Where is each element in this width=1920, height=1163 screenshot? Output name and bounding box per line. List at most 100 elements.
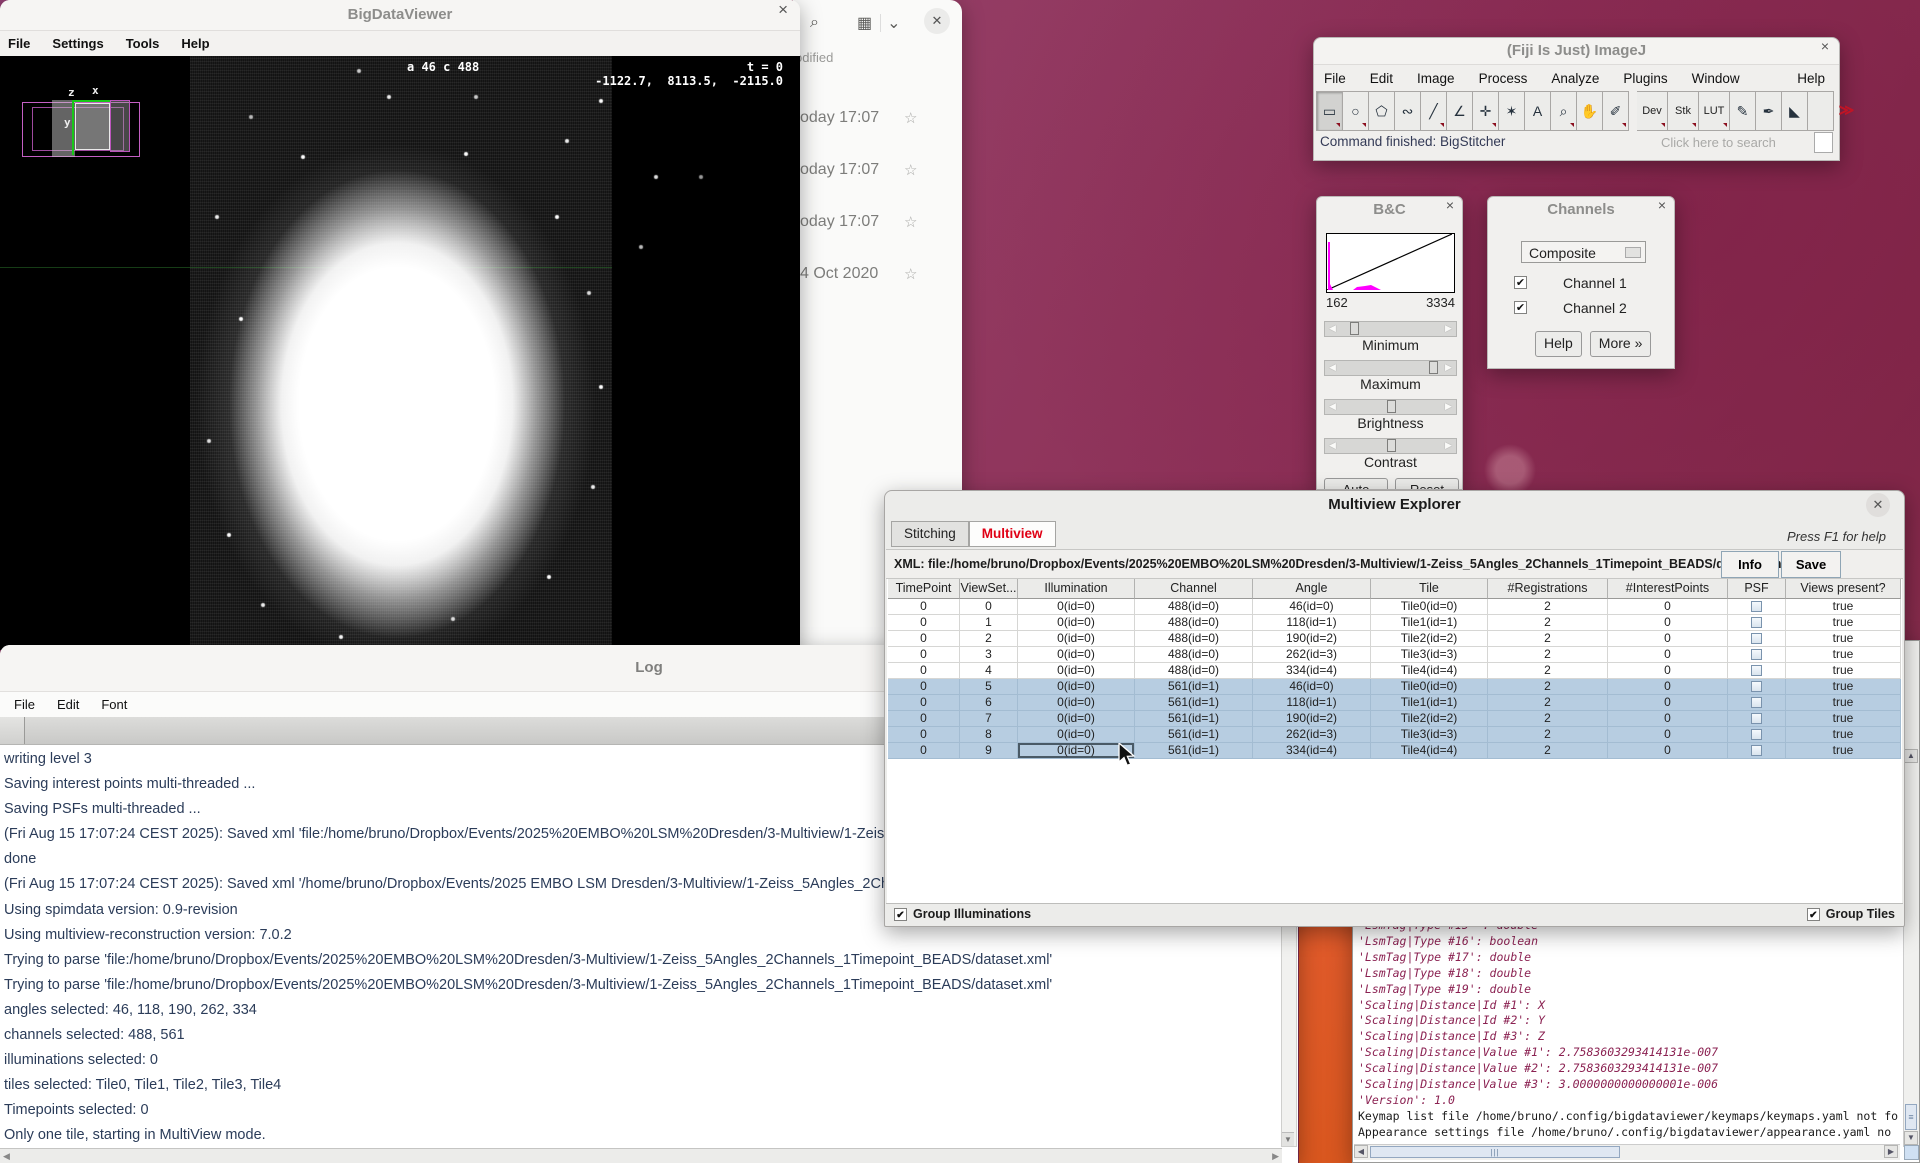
cell[interactable]: 2 bbox=[1488, 663, 1608, 679]
dev-tool[interactable]: Dev bbox=[1637, 91, 1668, 131]
cell[interactable]: 488(id=0) bbox=[1135, 647, 1253, 663]
scroll-left-button[interactable]: ◀ bbox=[1354, 1145, 1368, 1158]
search-icon[interactable]: ⌕ bbox=[810, 14, 819, 32]
cell[interactable]: 46(id=0) bbox=[1253, 679, 1371, 695]
table-row[interactable]: 050(id=0)561(id=1)46(id=0)Tile0(id=0)20t… bbox=[888, 679, 1901, 695]
psf-checkbox[interactable] bbox=[1751, 745, 1762, 756]
cell[interactable]: 0 bbox=[888, 743, 960, 759]
cell[interactable] bbox=[1728, 615, 1786, 631]
cell[interactable]: 0 bbox=[1608, 663, 1728, 679]
tab-multiview[interactable]: Multiview bbox=[969, 521, 1056, 547]
psf-checkbox[interactable] bbox=[1751, 713, 1762, 724]
menu-file[interactable]: File bbox=[14, 697, 35, 712]
more-tools[interactable]: ≫ bbox=[1834, 91, 1859, 129]
menu-edit[interactable]: Edit bbox=[57, 697, 79, 712]
cell[interactable]: 2 bbox=[1488, 599, 1608, 615]
cell[interactable]: 0 bbox=[1608, 647, 1728, 663]
cell[interactable]: 488(id=0) bbox=[1135, 599, 1253, 615]
list-item[interactable]: oday 17:07☆ bbox=[793, 196, 962, 248]
cell[interactable] bbox=[1728, 695, 1786, 711]
table-row[interactable]: 000(id=0)488(id=0)46(id=0)Tile0(id=0)20t… bbox=[888, 599, 1901, 615]
cell[interactable]: true bbox=[1786, 679, 1901, 695]
psf-checkbox[interactable] bbox=[1751, 601, 1762, 612]
scroll-thumb[interactable] bbox=[1905, 1104, 1917, 1130]
group-tiles-checkbox[interactable]: ✔ bbox=[1807, 908, 1820, 921]
scroll-down-button[interactable]: ▼ bbox=[1282, 1132, 1294, 1146]
menu-edit[interactable]: Edit bbox=[1370, 71, 1393, 86]
cell[interactable]: 262(id=3) bbox=[1253, 727, 1371, 743]
slider-right-arrow[interactable]: ▶ bbox=[1441, 361, 1456, 375]
slider-thumb[interactable] bbox=[1387, 439, 1396, 452]
cell[interactable]: true bbox=[1786, 647, 1901, 663]
cell[interactable]: 0 bbox=[888, 711, 960, 727]
cell[interactable]: 2 bbox=[1488, 695, 1608, 711]
menu-settings[interactable]: Settings bbox=[52, 36, 103, 51]
angle-tool[interactable]: ∠ bbox=[1447, 91, 1473, 131]
wand-tool[interactable]: ✶ bbox=[1499, 91, 1525, 131]
slider-track[interactable] bbox=[1340, 439, 1441, 453]
cell[interactable]: 2 bbox=[1488, 631, 1608, 647]
slider-right-arrow[interactable]: ▶ bbox=[1441, 322, 1456, 336]
star-icon[interactable]: ☆ bbox=[904, 213, 917, 231]
cell[interactable]: true bbox=[1786, 631, 1901, 647]
cell[interactable]: 0 bbox=[1608, 711, 1728, 727]
cell[interactable]: 0 bbox=[888, 679, 960, 695]
close-icon[interactable]: × bbox=[1658, 197, 1666, 213]
channel-row[interactable]: ✔Channel 2 bbox=[1514, 300, 1627, 315]
slider-track[interactable] bbox=[1340, 400, 1441, 414]
cell[interactable]: Tile3(id=3) bbox=[1371, 647, 1488, 663]
column-header-psf[interactable]: PSF bbox=[1728, 579, 1786, 599]
cell[interactable]: true bbox=[1786, 663, 1901, 679]
slider-left-arrow[interactable]: ◀ bbox=[1325, 400, 1340, 414]
psf-checkbox[interactable] bbox=[1751, 665, 1762, 676]
cell[interactable]: Tile0(id=0) bbox=[1371, 679, 1488, 695]
slider-right-arrow[interactable]: ▶ bbox=[1441, 400, 1456, 414]
cell[interactable] bbox=[1728, 599, 1786, 615]
cell[interactable]: true bbox=[1786, 599, 1901, 615]
cell[interactable] bbox=[1728, 679, 1786, 695]
cell[interactable]: 0 bbox=[1608, 695, 1728, 711]
table-row[interactable]: 040(id=0)488(id=0)334(id=4)Tile4(id=4)20… bbox=[888, 663, 1901, 679]
cell[interactable]: true bbox=[1786, 727, 1901, 743]
cell[interactable]: 488(id=0) bbox=[1135, 663, 1253, 679]
cell[interactable]: 2 bbox=[1488, 727, 1608, 743]
table-row[interactable]: 030(id=0)488(id=0)262(id=3)Tile3(id=3)20… bbox=[888, 647, 1901, 663]
menu-file[interactable]: File bbox=[1324, 71, 1346, 86]
composite-mode-select[interactable]: Composite bbox=[1521, 241, 1646, 263]
cell[interactable]: true bbox=[1786, 615, 1901, 631]
cell[interactable]: 262(id=3) bbox=[1253, 647, 1371, 663]
cell[interactable]: 0 bbox=[888, 647, 960, 663]
slider-thumb[interactable] bbox=[1350, 322, 1359, 335]
dropper-tool[interactable]: ✐ bbox=[1603, 91, 1629, 131]
menu-help[interactable]: Help bbox=[181, 36, 209, 51]
save-button[interactable]: Save bbox=[1781, 551, 1841, 578]
text-tool[interactable]: A bbox=[1525, 91, 1551, 131]
cell[interactable]: 8 bbox=[960, 727, 1018, 743]
cell[interactable] bbox=[1728, 647, 1786, 663]
cell[interactable]: 0 bbox=[888, 727, 960, 743]
column-header-timepoint[interactable]: TimePoint bbox=[888, 579, 960, 599]
scroll-thumb[interactable] bbox=[1370, 1146, 1620, 1158]
close-icon[interactable]: ✕ bbox=[924, 8, 950, 34]
slider-left-arrow[interactable]: ◀ bbox=[1325, 322, 1340, 336]
cell[interactable]: 488(id=0) bbox=[1135, 615, 1253, 631]
window-title[interactable]: BigDataViewer bbox=[0, 0, 800, 31]
menu-window[interactable]: Window bbox=[1692, 71, 1740, 86]
scroll-down-button[interactable]: ▼ bbox=[1904, 1131, 1918, 1145]
channel-checkbox[interactable]: ✔ bbox=[1514, 301, 1527, 314]
cell[interactable]: 0 bbox=[1608, 599, 1728, 615]
cell[interactable]: Tile3(id=3) bbox=[1371, 727, 1488, 743]
close-icon[interactable]: × bbox=[1821, 38, 1829, 54]
psf-checkbox[interactable] bbox=[1751, 617, 1762, 628]
close-icon[interactable]: ✕ bbox=[1866, 493, 1890, 517]
line-tool[interactable]: ╱ bbox=[1421, 91, 1447, 131]
window-title[interactable]: B&C bbox=[1317, 197, 1462, 223]
empty-slot[interactable] bbox=[1808, 91, 1834, 131]
menu-file[interactable]: File bbox=[8, 36, 30, 51]
scroll-left-button[interactable]: ◀ bbox=[3, 1151, 10, 1162]
table-row[interactable]: 080(id=0)561(id=1)262(id=3)Tile3(id=3)20… bbox=[888, 727, 1901, 743]
scroll-up-button[interactable]: ▲ bbox=[1904, 749, 1918, 763]
cell[interactable]: 561(id=1) bbox=[1135, 679, 1253, 695]
cell[interactable] bbox=[1728, 743, 1786, 759]
reset-button[interactable]: Reset bbox=[1395, 478, 1459, 490]
